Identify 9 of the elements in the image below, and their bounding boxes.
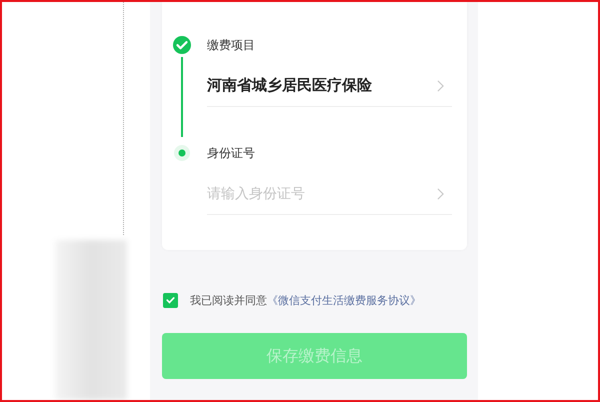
- chevron-right-icon: [437, 188, 444, 200]
- agreement-link[interactable]: 《微信支付生活缴费服务协议》: [267, 292, 421, 308]
- step-label: 缴费项目: [207, 37, 256, 54]
- agreement-checkbox[interactable]: [163, 292, 178, 308]
- step-label: 身份证号: [207, 145, 256, 162]
- id-number-field[interactable]: 请输入身份证号: [207, 186, 437, 202]
- agreement-text: 我已阅读并同意: [190, 292, 267, 308]
- chevron-right-icon: [437, 80, 444, 92]
- select-field[interactable]: 河南省城乡居民医疗保险: [207, 65, 452, 107]
